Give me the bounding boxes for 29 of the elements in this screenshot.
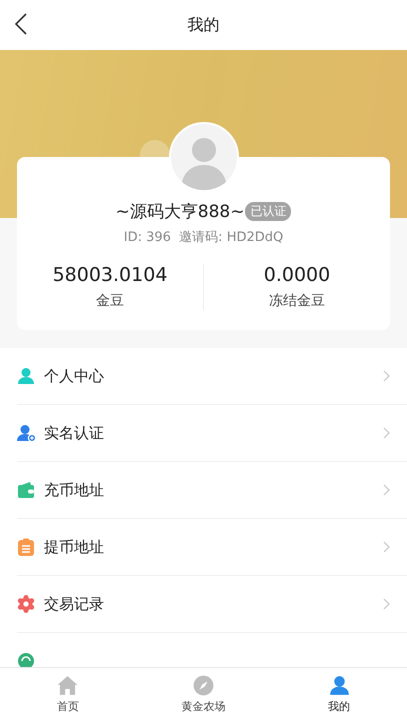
stat-label: 冻结金豆 bbox=[269, 292, 325, 310]
wallet-icon bbox=[17, 481, 35, 499]
chevron-icon bbox=[383, 370, 390, 382]
tab[interactable]: 我的 bbox=[271, 668, 407, 721]
stat-value: 58003.0104 bbox=[52, 264, 168, 286]
stat-label: 金豆 bbox=[96, 292, 124, 310]
add-person-icon bbox=[17, 424, 35, 442]
chevron-icon bbox=[383, 541, 390, 553]
menu-item[interactable]: 个人中心 bbox=[17, 348, 407, 405]
user-name: ~源码大亨888~ bbox=[116, 201, 244, 223]
chevron-icon bbox=[383, 598, 390, 610]
menu-item[interactable]: 交易记录 bbox=[17, 576, 407, 633]
tab[interactable]: 黄金农场 bbox=[136, 668, 272, 721]
person-icon bbox=[17, 367, 35, 385]
person-icon bbox=[328, 675, 350, 696]
stat-value: 0.0000 bbox=[264, 264, 330, 286]
page-title: 我的 bbox=[188, 14, 220, 36]
chevron-icon bbox=[383, 484, 390, 496]
menu-item[interactable]: 实名认证 bbox=[17, 405, 407, 462]
home-icon bbox=[57, 675, 78, 696]
tab[interactable]: 首页 bbox=[0, 668, 136, 721]
verified-badge: 已认证 bbox=[245, 202, 292, 221]
clipboard-icon bbox=[17, 538, 35, 556]
gear-icon bbox=[17, 595, 35, 613]
menu-item[interactable]: 提币地址 bbox=[17, 519, 407, 576]
menu-item[interactable]: 充币地址 bbox=[17, 462, 407, 519]
compass-icon bbox=[193, 675, 214, 696]
chevron-icon bbox=[383, 427, 390, 439]
user-id: ID: 396 邀请码: HD2DdQ bbox=[124, 229, 284, 246]
